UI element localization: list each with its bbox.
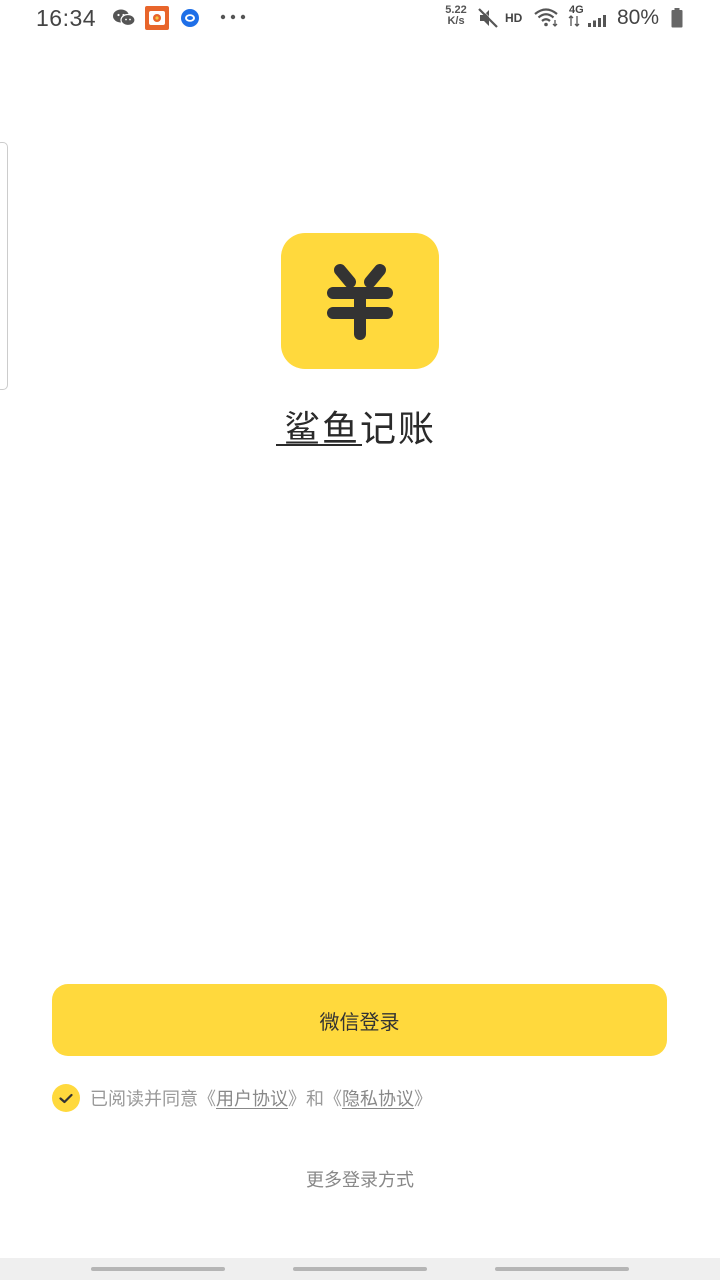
app-name-underline	[276, 444, 362, 446]
agree-checkbox[interactable]	[52, 1084, 80, 1112]
more-login-options-link[interactable]: 更多登录方式	[0, 1166, 720, 1192]
nav-gesture-right[interactable]	[495, 1267, 629, 1271]
more-dots-icon	[220, 14, 246, 20]
status-time: 16:34	[36, 5, 97, 31]
app-notification-icon	[145, 6, 169, 30]
bottom-nav-bar	[0, 1258, 720, 1280]
status-bar: 16:34 5.22 K/s HD 4G 80%	[0, 0, 720, 38]
wechat-login-button[interactable]: 微信登录	[52, 984, 667, 1056]
checkmark-icon	[59, 1093, 73, 1103]
wifi-icon	[534, 8, 558, 27]
nav-gesture-home[interactable]	[293, 1267, 427, 1271]
message-icon	[181, 9, 199, 27]
battery-icon	[671, 8, 683, 28]
privacy-agreement-link[interactable]: 隐私协议	[342, 1085, 414, 1111]
mute-icon	[478, 7, 499, 28]
agreement-prefix: 已阅读并同意《	[90, 1089, 216, 1110]
hd-indicator: HD	[505, 11, 523, 25]
nav-gesture-left[interactable]	[91, 1267, 225, 1271]
battery-percent: 80%	[617, 6, 660, 29]
network-speed: 5.22 K/s	[445, 4, 467, 27]
user-agreement-link[interactable]: 用户协议	[216, 1085, 288, 1111]
signal-icon	[568, 15, 606, 27]
agreement-middle: 》和《	[288, 1089, 342, 1110]
edge-panel-handle[interactable]	[0, 142, 8, 390]
app-logo	[281, 233, 439, 369]
yuan-logo-icon	[327, 264, 393, 340]
agreement-row: 已阅读并同意《 用户协议 》和《 隐私协议 》	[52, 1084, 432, 1112]
wechat-icon	[113, 9, 136, 27]
agreement-suffix: 》	[414, 1089, 432, 1110]
